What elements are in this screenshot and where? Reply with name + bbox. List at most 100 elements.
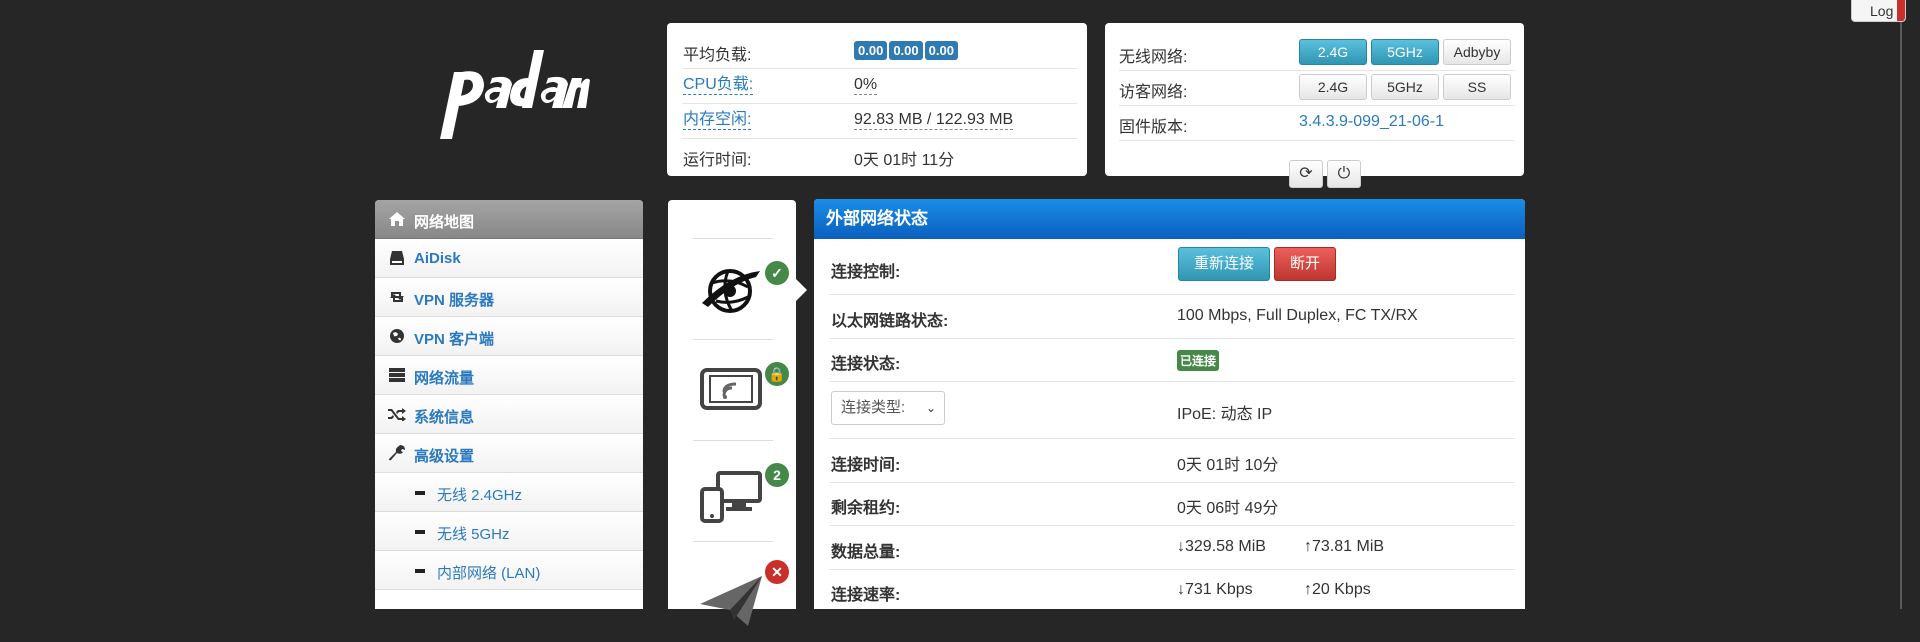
guest-5ghz-button[interactable]: 5GHz [1371,74,1439,100]
paper-plane-icon [700,576,762,626]
padavan-logo[interactable] [440,44,590,144]
selection-pointer [796,279,807,301]
sidebar-subitem-label: 内部网络 (LAN) [437,565,541,582]
arrow-down-icon: ↓ [1177,538,1185,555]
memory-free-link[interactable]: 内存空闲: [683,111,752,130]
uptime-row: 运行时间: 0天 01时 11分 [682,138,1077,173]
sidebar-item-network-map[interactable]: 网络地图 [375,200,643,239]
refresh-button[interactable]: ⟳ [1289,160,1323,188]
logout-icon [1897,0,1905,21]
wireless-label: 无线网络: [1119,49,1188,66]
sidebar-item-system-info[interactable]: 系统信息 [375,395,643,434]
sidebar-subitem-label: 无线 2.4GHz [437,487,523,504]
hdd-icon [388,249,406,267]
load-5min-badge: 0.00 [889,41,923,60]
guest-label: 访客网络: [1119,84,1188,101]
sidebar-subitem-wifi-24[interactable]: 无线 2.4GHz [375,473,643,512]
home-icon [388,210,406,228]
sidebar-item-label: VPN 客户端 [414,331,495,348]
total-label: 数据总量: [831,544,901,561]
wrench-icon [388,444,406,462]
sidebar-item-vpn-server[interactable]: VPN 服务器 [375,278,643,317]
sidebar-item-label: AiDisk [414,250,461,267]
arrow-down-icon: ↓ [1177,581,1185,598]
firmware-version-link[interactable]: 3.4.3.9-099_21-06-1 [1299,113,1444,131]
wifi-status-cell[interactable]: 🔒 [693,339,789,440]
link-label: 以太网链路状态: [831,313,949,330]
total-upload: ↑73.81 MiB [1304,538,1385,555]
globe-network-icon [702,269,760,313]
power-button[interactable]: ⏻ [1327,160,1361,188]
clients-status-cell[interactable]: 2 [693,440,789,541]
disconnect-button[interactable]: 断开 [1274,247,1336,281]
sidebar-item-traffic[interactable]: 网络流量 [375,356,643,395]
tasks-icon [388,366,406,384]
page-scrollbar[interactable] [1900,22,1902,609]
sidebar-item-label: 网络地图 [414,214,475,231]
random-icon [388,405,406,423]
select-value: 连接类型: [841,399,906,416]
wireless-24g-button[interactable]: 2.4G [1299,39,1367,65]
data-total-row: 数据总量: ↓329.58 MiB ↑73.81 MiB [829,526,1515,570]
refresh-icon: ⟳ [1299,165,1313,182]
sidebar-item-aidisk[interactable]: AiDisk [375,239,643,278]
cpu-load-value[interactable]: 0% [854,76,878,95]
sidebar-item-vpn-client[interactable]: VPN 客户端 [375,317,643,356]
guest-24g-button[interactable]: 2.4G [1299,74,1367,100]
internet-status-cell[interactable]: ✓ [693,238,789,339]
ss-button[interactable]: SS [1443,74,1511,100]
sidebar-subitem-label: 无线 5GHz [437,526,510,543]
retweet-icon [388,288,406,306]
type-value: IPoE: 动态 IP [1177,406,1273,423]
rate-download: ↓731 Kbps [1177,581,1253,598]
firmware-row: 固件版本: 3.4.3.9-099_21-06-1 [1119,105,1514,141]
vpn-status-cell[interactable]: ✕ [693,541,789,642]
rate-label: 连接速率: [831,587,901,604]
network-icons-column: ✓ 🔒 2 ✕ [668,200,796,626]
time-label: 连接时间: [831,457,901,474]
lease-row: 剩余租约: 0天 06时 49分 [829,483,1515,526]
wireless-5ghz-button[interactable]: 5GHz [1371,39,1439,65]
rate-upload: ↑20 Kbps [1304,581,1371,598]
sidebar-item-label: VPN 服务器 [414,292,495,309]
uptime-value: 0天 01时 11分 [854,152,955,169]
sidebar-subitem-wifi-5[interactable]: 无线 5GHz [375,512,643,551]
sidebar-subitem-lan[interactable]: 内部网络 (LAN) [375,551,643,590]
chevron-down-icon: ⌄ [925,401,936,415]
power-icon: ⏻ [1337,165,1351,182]
wireless-panel: 无线网络: 2.4G 5GHz Adbyby 访客网络: 2.4G 5GHz S… [1105,23,1524,188]
cpu-load-link[interactable]: CPU负载: [683,76,754,95]
devices-icon [700,471,762,523]
link-status-row: 以太网链路状态: 100 Mbps, Full Duplex, FC TX/RX [829,295,1515,339]
connection-type-select[interactable]: 连接类型: ⌄ [831,391,945,425]
total-download: ↓329.58 MiB [1177,538,1266,555]
reconnect-button[interactable]: 重新连接 [1178,247,1270,281]
rate-row: 连接速率: ↓731 Kbps ↑20 Kbps [829,570,1515,609]
sidebar-item-advanced[interactable]: 高级设置 [375,434,643,473]
load-1min-badge: 0.00 [854,41,888,60]
guest-row: 访客网络: 2.4G 5GHz SS [1119,70,1514,106]
wan-control-row: 连接控制: 重新连接 断开 [829,239,1515,295]
logout-label: Log [1870,3,1894,19]
wan-status-panel: 外部网络状态 连接控制: 重新连接 断开 以太网链路状态: 100 Mbps, … [814,199,1525,609]
memory-row: 内存空闲: 92.83 MB / 122.93 MB [682,103,1077,139]
minus-icon [415,569,425,573]
sidebar-item-label: 高级设置 [414,448,475,465]
lease-value: 0天 06时 49分 [1177,500,1279,517]
connection-time-row: 连接时间: 0天 01时 10分 [829,439,1515,483]
minus-icon [415,530,425,534]
tablet-wifi-icon [700,368,762,410]
panel-title: 外部网络状态 [814,199,1525,239]
control-label: 连接控制: [831,264,901,281]
adbyby-button[interactable]: Adbyby [1443,39,1511,65]
sidebar-menu: 网络地图 AiDisk VPN 服务器 VPN 客户端 网络流量 系统信息 高级… [375,200,643,609]
memory-free-value[interactable]: 92.83 MB / 122.93 MB [854,111,1014,130]
time-value: 0天 01时 10分 [1177,457,1279,474]
logout-button[interactable]: Log [1851,0,1906,22]
clients-count-badge: 2 [765,463,789,487]
load-row: 平均负载: 0.00 0.00 0.00 [682,33,1077,69]
close-icon: ✕ [765,560,789,584]
conn-label: 连接状态: [831,356,901,373]
cpu-row: CPU负载: 0% [682,68,1077,104]
system-status-panel: 平均负载: 0.00 0.00 0.00 CPU负载: 0% 内存空闲: 92.83… [667,23,1087,176]
